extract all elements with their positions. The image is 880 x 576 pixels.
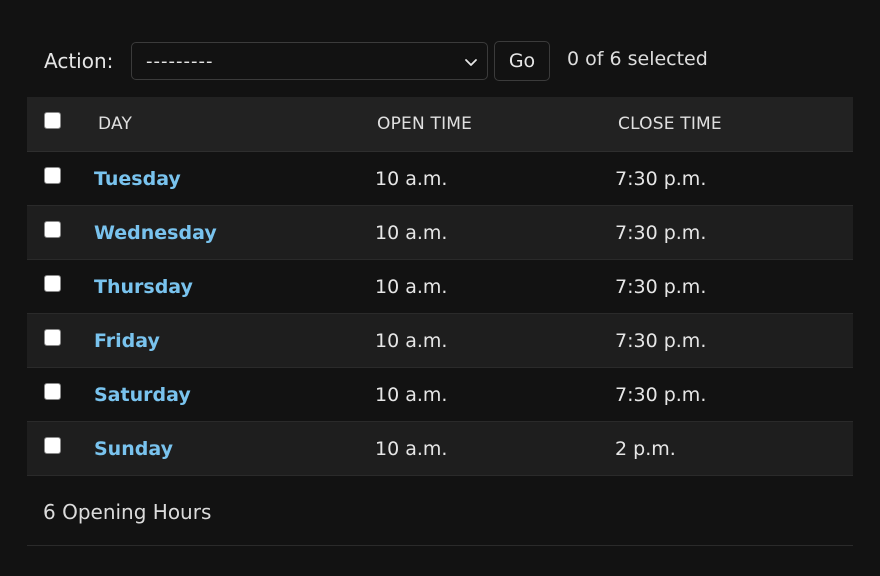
close-time-cell: 7:30 p.m. <box>615 167 707 190</box>
table-row: Sunday 10 a.m. 2 p.m. <box>27 422 853 476</box>
day-link[interactable]: Thursday <box>94 276 193 298</box>
open-time-cell: 10 a.m. <box>375 329 448 352</box>
action-label: Action: <box>44 49 114 73</box>
paginator: 6 Opening Hours <box>27 476 853 546</box>
day-link[interactable]: Wednesday <box>94 222 217 244</box>
table-row: Tuesday 10 a.m. 7:30 p.m. <box>27 152 853 206</box>
go-button[interactable]: Go <box>494 41 550 81</box>
day-link[interactable]: Sunday <box>94 438 173 460</box>
selection-counter: 0 of 6 selected <box>567 48 708 70</box>
table-row: Thursday 10 a.m. 7:30 p.m. <box>27 260 853 314</box>
action-select[interactable]: --------- <box>131 42 488 80</box>
open-time-cell: 10 a.m. <box>375 383 448 406</box>
day-link[interactable]: Tuesday <box>94 168 181 190</box>
row-checkbox[interactable] <box>44 329 61 346</box>
open-time-cell: 10 a.m. <box>375 437 448 460</box>
row-checkbox[interactable] <box>44 167 61 184</box>
column-header-open-time[interactable]: OPEN TIME <box>377 114 472 134</box>
column-header-close-time[interactable]: CLOSE TIME <box>618 114 722 134</box>
open-time-cell: 10 a.m. <box>375 167 448 190</box>
table-row: Saturday 10 a.m. 7:30 p.m. <box>27 368 853 422</box>
table-row: Wednesday 10 a.m. 7:30 p.m. <box>27 206 853 260</box>
table-header-row: DAY OPEN TIME CLOSE TIME <box>27 97 853 152</box>
chevron-down-icon <box>465 59 477 66</box>
close-time-cell: 7:30 p.m. <box>615 329 707 352</box>
row-checkbox[interactable] <box>44 383 61 400</box>
action-select-value: --------- <box>146 50 214 72</box>
open-time-cell: 10 a.m. <box>375 221 448 244</box>
changelist-page: Action: --------- Go 0 of 6 selected DAY… <box>0 0 880 576</box>
close-time-cell: 7:30 p.m. <box>615 383 707 406</box>
column-header-day[interactable]: DAY <box>98 114 132 134</box>
open-time-cell: 10 a.m. <box>375 275 448 298</box>
action-bar: Action: --------- Go 0 of 6 selected <box>44 41 708 81</box>
row-checkbox[interactable] <box>44 275 61 292</box>
close-time-cell: 7:30 p.m. <box>615 221 707 244</box>
row-checkbox[interactable] <box>44 437 61 454</box>
results-table: DAY OPEN TIME CLOSE TIME Tuesday 10 a.m.… <box>27 97 853 476</box>
table-row: Friday 10 a.m. 7:30 p.m. <box>27 314 853 368</box>
select-all-checkbox[interactable] <box>44 112 61 129</box>
day-link[interactable]: Friday <box>94 330 160 352</box>
row-checkbox[interactable] <box>44 221 61 238</box>
day-link[interactable]: Saturday <box>94 384 191 406</box>
close-time-cell: 2 p.m. <box>615 437 676 460</box>
result-count: 6 Opening Hours <box>43 500 212 524</box>
close-time-cell: 7:30 p.m. <box>615 275 707 298</box>
